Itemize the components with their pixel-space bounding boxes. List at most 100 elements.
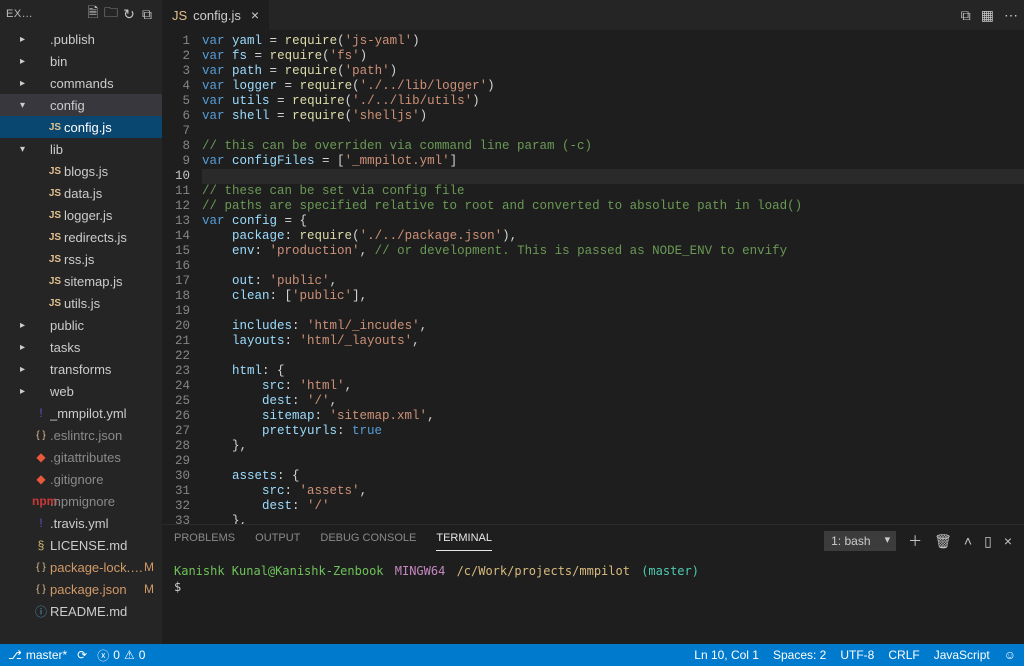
folder-transforms[interactable]: ▸transforms	[0, 358, 162, 380]
code-line[interactable]: sitemap: 'sitemap.xml',	[202, 409, 1024, 424]
code-line[interactable]: src: 'html',	[202, 379, 1024, 394]
new-terminal-icon[interactable]: ＋	[908, 531, 922, 551]
status-encoding[interactable]: UTF-8	[840, 648, 874, 662]
code-line[interactable]: var config = {	[202, 214, 1024, 229]
status-eol[interactable]: CRLF	[888, 648, 919, 662]
folder-commands[interactable]: ▸commands	[0, 72, 162, 94]
folder-bin[interactable]: ▸bin	[0, 50, 162, 72]
code-line[interactable]: var logger = require('./../lib/logger')	[202, 79, 1024, 94]
file--gitignore[interactable]: ◆.gitignore	[0, 468, 162, 490]
tree-item-label: _mmpilot.yml	[50, 406, 162, 421]
code-line[interactable]	[202, 454, 1024, 469]
file--mmpilot-yml[interactable]: !_mmpilot.yml	[0, 402, 162, 424]
code-area[interactable]: 1234567891011121314151617181920212223242…	[162, 30, 1024, 524]
terminal-up-icon[interactable]: ˄	[964, 533, 972, 549]
folder-config[interactable]: ▾config	[0, 94, 162, 116]
file-logger-js[interactable]: JSlogger.js	[0, 204, 162, 226]
tree-item-label: public	[50, 318, 162, 333]
code-line[interactable]: },	[202, 514, 1024, 524]
tree-item-label: utils.js	[64, 296, 162, 311]
line-number: 22	[162, 349, 190, 364]
file--eslintrc-json[interactable]: { }.eslintrc.json	[0, 424, 162, 446]
code-line[interactable]: },	[202, 439, 1024, 454]
line-number: 30	[162, 469, 190, 484]
code-line[interactable]: var path = require('path')	[202, 64, 1024, 79]
new-file-icon[interactable]: 🗎	[84, 2, 102, 26]
code-line[interactable]: var yaml = require('js-yaml')	[202, 34, 1024, 49]
file-data-js[interactable]: JSdata.js	[0, 182, 162, 204]
split-editor-icon[interactable]: ⧉	[961, 7, 971, 24]
status-cursor[interactable]: Ln 10, Col 1	[694, 648, 759, 662]
grid-icon[interactable]: ▦	[981, 7, 994, 24]
panel-tab-output[interactable]: OUTPUT	[255, 532, 300, 550]
code-line[interactable]: out: 'public',	[202, 274, 1024, 289]
code-line[interactable]: clean: ['public'],	[202, 289, 1024, 304]
file-rss-js[interactable]: JSrss.js	[0, 248, 162, 270]
folder-web[interactable]: ▸web	[0, 380, 162, 402]
file--npmignore[interactable]: npm.npmignore	[0, 490, 162, 512]
file-config-js[interactable]: JSconfig.js	[0, 116, 162, 138]
status-branch[interactable]: ⎇ master*	[8, 648, 67, 662]
panel-tab-problems[interactable]: PROBLEMS	[174, 532, 235, 550]
code-line[interactable]	[202, 169, 1024, 184]
refresh-icon[interactable]: ↻	[120, 6, 138, 23]
file--gitattributes[interactable]: ◆.gitattributes	[0, 446, 162, 468]
file--travis-yml[interactable]: !.travis.yml	[0, 512, 162, 534]
file-license-md[interactable]: §LICENSE.md	[0, 534, 162, 556]
status-language[interactable]: JavaScript	[934, 648, 990, 662]
code-line[interactable]: includes: 'html/_incudes',	[202, 319, 1024, 334]
kill-terminal-icon[interactable]: 🗑	[934, 533, 952, 550]
code-line[interactable]: assets: {	[202, 469, 1024, 484]
terminal-body[interactable]: Kanishk Kunal@Kanishk-Zenbook MINGW64 /c…	[162, 557, 1024, 644]
code-line[interactable]: // these can be set via config file	[202, 184, 1024, 199]
code-line[interactable]: dest: '/',	[202, 394, 1024, 409]
code-line[interactable]: src: 'assets',	[202, 484, 1024, 499]
code-line[interactable]	[202, 304, 1024, 319]
file-package-json[interactable]: { }package.jsonM	[0, 578, 162, 600]
code-line[interactable]: // paths are specified relative to root …	[202, 199, 1024, 214]
code-line[interactable]: layouts: 'html/_layouts',	[202, 334, 1024, 349]
terminal-select[interactable]: 1: bash	[824, 531, 896, 551]
status-problems[interactable]: ⓧ 0 ⚠ 0	[97, 647, 145, 664]
code-line[interactable]	[202, 124, 1024, 139]
code-content[interactable]: var yaml = require('js-yaml')var fs = re…	[202, 30, 1024, 524]
code-line[interactable]: html: {	[202, 364, 1024, 379]
code-line[interactable]: prettyurls: true	[202, 424, 1024, 439]
file-package-lock-json[interactable]: { }package-lock.jsonM	[0, 556, 162, 578]
more-actions-icon[interactable]: ⋯	[1004, 7, 1018, 24]
panel-tab-terminal[interactable]: TERMINAL	[436, 532, 492, 551]
code-line[interactable]	[202, 259, 1024, 274]
code-line[interactable]: var configFiles = ['_mmpilot.yml']	[202, 154, 1024, 169]
code-line[interactable]: var utils = require('./../lib/utils')	[202, 94, 1024, 109]
file-sitemap-js[interactable]: JSsitemap.js	[0, 270, 162, 292]
status-indent[interactable]: Spaces: 2	[773, 648, 826, 662]
tree-item-label: transforms	[50, 362, 162, 377]
code-line[interactable]	[202, 349, 1024, 364]
status-feedback-icon[interactable]: ☺	[1004, 648, 1016, 662]
file-blogs-js[interactable]: JSblogs.js	[0, 160, 162, 182]
code-line[interactable]: package: require('./../package.json'),	[202, 229, 1024, 244]
code-line[interactable]: env: 'production', // or development. Th…	[202, 244, 1024, 259]
file-utils-js[interactable]: JSutils.js	[0, 292, 162, 314]
split-terminal-icon[interactable]: ▯	[984, 533, 992, 550]
code-line[interactable]: var shell = require('shelljs')	[202, 109, 1024, 124]
close-panel-icon[interactable]: ×	[1004, 533, 1012, 549]
collapse-all-icon[interactable]: ⧉	[138, 6, 156, 23]
new-folder-icon[interactable]: 🗀	[102, 2, 120, 26]
code-line[interactable]: dest: '/'	[202, 499, 1024, 514]
tree-item-label: package-lock.json	[50, 560, 144, 575]
code-line[interactable]: // this can be overriden via command lin…	[202, 139, 1024, 154]
folder--publish[interactable]: ▸.publish	[0, 28, 162, 50]
file-redirects-js[interactable]: JSredirects.js	[0, 226, 162, 248]
close-tab-icon[interactable]: ×	[251, 7, 259, 23]
folder-public[interactable]: ▸public	[0, 314, 162, 336]
bottom-panel: PROBLEMS OUTPUT DEBUG CONSOLE TERMINAL 1…	[162, 524, 1024, 644]
panel-tab-debug[interactable]: DEBUG CONSOLE	[320, 532, 416, 550]
folder-lib[interactable]: ▾lib	[0, 138, 162, 160]
status-sync[interactable]: ⟳	[77, 648, 87, 662]
code-line[interactable]: var fs = require('fs')	[202, 49, 1024, 64]
tab-config-js[interactable]: JS config.js ×	[162, 0, 270, 30]
file-readme-md[interactable]: ⓘREADME.md	[0, 600, 162, 622]
terminal-select-wrap[interactable]: 1: bash	[824, 531, 896, 551]
folder-tasks[interactable]: ▸tasks	[0, 336, 162, 358]
